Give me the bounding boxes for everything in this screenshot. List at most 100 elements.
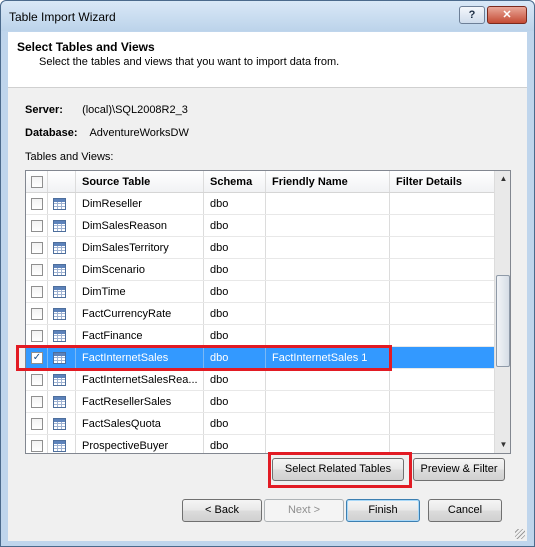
friendly-name-cell[interactable]: [266, 325, 390, 346]
filter-details-cell[interactable]: [390, 391, 494, 412]
table-row[interactable]: FactSalesQuota dbo: [26, 413, 494, 435]
row-checkbox[interactable]: [31, 374, 43, 386]
table-row[interactable]: DimSalesReason dbo: [26, 215, 494, 237]
filter-details-cell[interactable]: [390, 237, 494, 258]
filter-details-cell[interactable]: [390, 259, 494, 280]
row-checkbox[interactable]: [31, 220, 43, 232]
column-header-source-table[interactable]: Source Table: [76, 171, 204, 192]
row-checkbox-cell[interactable]: ✓: [26, 347, 48, 368]
window-title: Table Import Wizard: [9, 10, 116, 24]
row-checkbox[interactable]: [31, 330, 43, 342]
schema-cell: dbo: [204, 391, 266, 412]
finish-button[interactable]: Finish: [346, 499, 420, 522]
friendly-name-cell[interactable]: [266, 435, 390, 453]
friendly-name-cell[interactable]: FactInternetSales 1: [266, 347, 390, 368]
back-button[interactable]: < Back: [182, 499, 262, 522]
help-button[interactable]: ?: [459, 6, 485, 24]
table-icon: [53, 374, 66, 386]
preview-filter-button[interactable]: Preview & Filter: [413, 458, 505, 481]
schema-cell: dbo: [204, 215, 266, 236]
schema-cell: dbo: [204, 347, 266, 368]
row-checkbox[interactable]: [31, 418, 43, 430]
database-row: Database: AdventureWorksDW: [25, 127, 189, 139]
table-row[interactable]: ✓ FactInternetSales dbo FactInternetSales 1: [26, 347, 494, 369]
table-row[interactable]: DimTime dbo: [26, 281, 494, 303]
table-icon-cell: [48, 413, 76, 434]
friendly-name-cell[interactable]: [266, 193, 390, 214]
table-icon-cell: [48, 391, 76, 412]
row-checkbox-cell[interactable]: [26, 193, 48, 214]
row-checkbox-cell[interactable]: [26, 281, 48, 302]
filter-details-cell[interactable]: [390, 347, 494, 368]
row-checkbox[interactable]: [31, 308, 43, 320]
row-checkbox-cell[interactable]: [26, 259, 48, 280]
scroll-thumb[interactable]: [496, 275, 510, 367]
friendly-name-cell[interactable]: [266, 215, 390, 236]
row-checkbox[interactable]: [31, 264, 43, 276]
friendly-name-cell[interactable]: [266, 413, 390, 434]
table-row[interactable]: DimSalesTerritory dbo: [26, 237, 494, 259]
column-header-filter-details[interactable]: Filter Details: [390, 171, 494, 192]
row-checkbox-cell[interactable]: [26, 237, 48, 258]
table-icon: [53, 330, 66, 342]
table-icon-cell: [48, 237, 76, 258]
table-row[interactable]: FactFinance dbo: [26, 325, 494, 347]
filter-details-cell[interactable]: [390, 435, 494, 453]
table-icon-cell: [48, 303, 76, 324]
friendly-name-cell[interactable]: [266, 303, 390, 324]
filter-details-cell[interactable]: [390, 369, 494, 390]
table-row[interactable]: ProspectiveBuyer dbo: [26, 435, 494, 453]
next-button[interactable]: Next >: [264, 499, 344, 522]
select-related-tables-button[interactable]: Select Related Tables: [272, 458, 404, 481]
close-button[interactable]: ✕: [487, 6, 527, 24]
row-checkbox[interactable]: [31, 440, 43, 452]
table-icon-cell: [48, 347, 76, 368]
row-checkbox-cell[interactable]: [26, 303, 48, 324]
resize-grip[interactable]: [515, 529, 525, 539]
table-row[interactable]: FactInternetSalesRea... dbo: [26, 369, 494, 391]
column-header-schema[interactable]: Schema: [204, 171, 266, 192]
row-checkbox[interactable]: [31, 242, 43, 254]
row-checkbox-cell[interactable]: [26, 369, 48, 390]
friendly-name-cell[interactable]: [266, 391, 390, 412]
friendly-name-cell[interactable]: [266, 281, 390, 302]
vertical-scrollbar[interactable]: ▲ ▼: [494, 171, 510, 453]
row-checkbox-cell[interactable]: [26, 325, 48, 346]
row-checkbox-cell[interactable]: [26, 215, 48, 236]
scroll-up-button[interactable]: ▲: [496, 171, 510, 187]
friendly-name-cell[interactable]: [266, 259, 390, 280]
filter-details-cell[interactable]: [390, 281, 494, 302]
table-row[interactable]: FactResellerSales dbo: [26, 391, 494, 413]
row-checkbox[interactable]: [31, 286, 43, 298]
row-checkbox[interactable]: [31, 198, 43, 210]
table-icon: [53, 242, 66, 254]
filter-details-cell[interactable]: [390, 193, 494, 214]
filter-details-cell[interactable]: [390, 215, 494, 236]
row-checkbox[interactable]: [31, 396, 43, 408]
table-row[interactable]: DimReseller dbo: [26, 193, 494, 215]
table-row[interactable]: DimScenario dbo: [26, 259, 494, 281]
row-checkbox[interactable]: ✓: [31, 352, 43, 364]
table-icon: [53, 418, 66, 430]
row-checkbox-cell[interactable]: [26, 413, 48, 434]
friendly-name-cell[interactable]: [266, 369, 390, 390]
column-header-friendly-name[interactable]: Friendly Name: [266, 171, 390, 192]
cancel-button[interactable]: Cancel: [428, 499, 502, 522]
row-checkbox-cell[interactable]: [26, 435, 48, 453]
filter-details-cell[interactable]: [390, 303, 494, 324]
title-bar[interactable]: Table Import Wizard ? ✕: [1, 1, 534, 31]
table-icon: [53, 220, 66, 232]
row-checkbox-cell[interactable]: [26, 391, 48, 412]
scroll-down-button[interactable]: ▼: [496, 437, 510, 453]
table-icon-cell: [48, 193, 76, 214]
filter-details-cell[interactable]: [390, 413, 494, 434]
schema-cell: dbo: [204, 303, 266, 324]
grid-header: Source Table Schema Friendly Name Filter…: [26, 171, 494, 193]
select-all-header[interactable]: [26, 171, 48, 192]
select-all-checkbox[interactable]: [31, 176, 43, 188]
table-row[interactable]: FactCurrencyRate dbo: [26, 303, 494, 325]
table-icon: [53, 308, 66, 320]
filter-details-cell[interactable]: [390, 325, 494, 346]
friendly-name-cell[interactable]: [266, 237, 390, 258]
schema-cell: dbo: [204, 193, 266, 214]
